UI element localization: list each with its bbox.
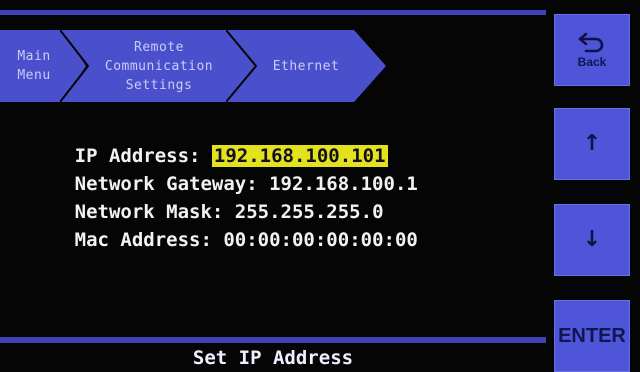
mac-address-value: 00:00:00:00:00:00 [223, 229, 418, 251]
down-button[interactable]: ↓ [554, 204, 630, 276]
back-arrow-icon [578, 32, 604, 53]
bottom-divider [0, 337, 546, 343]
network-info: IP Address: 192.168.100.101 Network Gate… [6, 114, 418, 251]
network-gateway-value: 192.168.100.1 [269, 173, 418, 195]
network-mask-value: 255.255.255.0 [234, 201, 384, 223]
hmi-screen: Main Menu Remote Communication Settings … [0, 0, 640, 372]
back-button[interactable]: Back [554, 14, 630, 86]
up-button[interactable]: ↑ [554, 108, 630, 180]
top-divider [0, 10, 546, 15]
mac-address-label: Mac Address: [74, 229, 224, 251]
breadcrumb-label: Main Menu [17, 49, 51, 83]
ip-address-value[interactable]: 192.168.100.101 [211, 145, 388, 167]
breadcrumb-item-ethernet[interactable]: Ethernet [226, 30, 386, 102]
arrow-up-icon: ↑ [582, 131, 602, 156]
network-mask-label: Network Mask: [74, 201, 235, 223]
enter-button[interactable]: ENTER [554, 300, 630, 372]
network-gateway-label: Network Gateway: [74, 173, 270, 195]
ip-address-label: IP Address: [74, 145, 212, 167]
status-text: Set IP Address [192, 347, 354, 369]
breadcrumb-label: Remote Communication Settings [104, 39, 214, 93]
back-button-label: Back [577, 55, 607, 69]
enter-button-label: ENTER [558, 324, 626, 347]
breadcrumb-label: Ethernet [272, 58, 340, 74]
arrow-down-icon: ↓ [582, 227, 602, 252]
ip-address-row[interactable]: IP Address: 192.168.100.101 [6, 114, 418, 167]
